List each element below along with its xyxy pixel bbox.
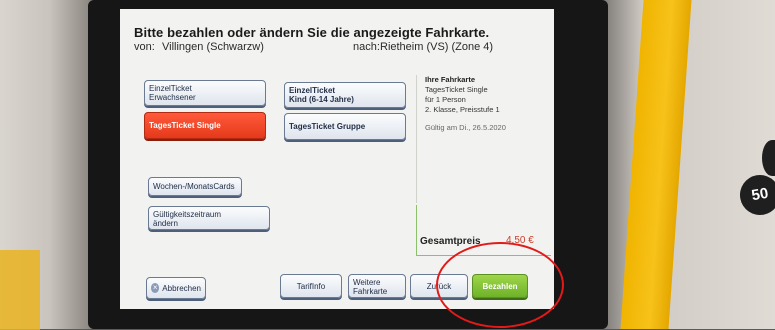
summary-ticket-type: TagesTicket Single [425,85,488,94]
to-label: nach: [353,41,380,53]
machine-sticker [762,140,775,176]
from-label: von: [134,41,155,53]
button-line: EinzelTicket [149,84,192,93]
button-line: Erwachsener [149,93,196,102]
tagesticket-gruppe-button[interactable]: TagesTicket Gruppe [284,113,406,140]
tarifinfo-button[interactable]: TarifInfo [280,274,342,298]
button-line: ändern [153,219,178,228]
weitere-fahrkarte-button[interactable]: Weitere Fahrkarte [348,274,406,298]
gueltigkeitszeitraum-button[interactable]: Gültigkeitszeitraum ändern [148,206,270,230]
einzelticket-erwachsener-button[interactable]: EinzelTicket Erwachsener [144,80,266,106]
button-line: Weitere [353,278,381,287]
button-line: EinzelTicket [289,86,336,95]
to-station: Rietheim (VS) (Zone 4) [380,41,494,53]
summary-validity: Gültig am Di., 26.5.2020 [425,123,506,132]
tagesticket-single-button[interactable]: TagesTicket Single [144,112,266,139]
button-line: Fahrkarte [353,287,388,296]
button-line: Gültigkeitszeitraum [153,210,222,219]
ticket-summary-panel: Ihre Fahrkarte TagesTicket Single für 1 … [416,75,546,203]
cancel-button[interactable]: × Abbrechen [146,277,206,299]
background-yellow-left [0,250,40,330]
button-line: Kind (6-14 Jahre) [289,95,354,104]
summary-persons: für 1 Person [425,95,466,104]
page-title: Bitte bezahlen oder ändern Sie die angez… [134,25,490,40]
cancel-label: Abbrechen [162,283,201,293]
from-station: Villingen (Schwarzw) [162,41,264,53]
annotation-circle [436,242,564,328]
wochen-monatscards-button[interactable]: Wochen-/MonatsCards [148,177,242,196]
summary-heading: Ihre Fahrkarte [425,75,476,84]
close-icon: × [151,283,160,293]
summary-class: 2. Klasse, Preisstufe 1 [425,105,500,114]
einzelticket-kind-button[interactable]: EinzelTicket Kind (6-14 Jahre) [284,82,406,108]
